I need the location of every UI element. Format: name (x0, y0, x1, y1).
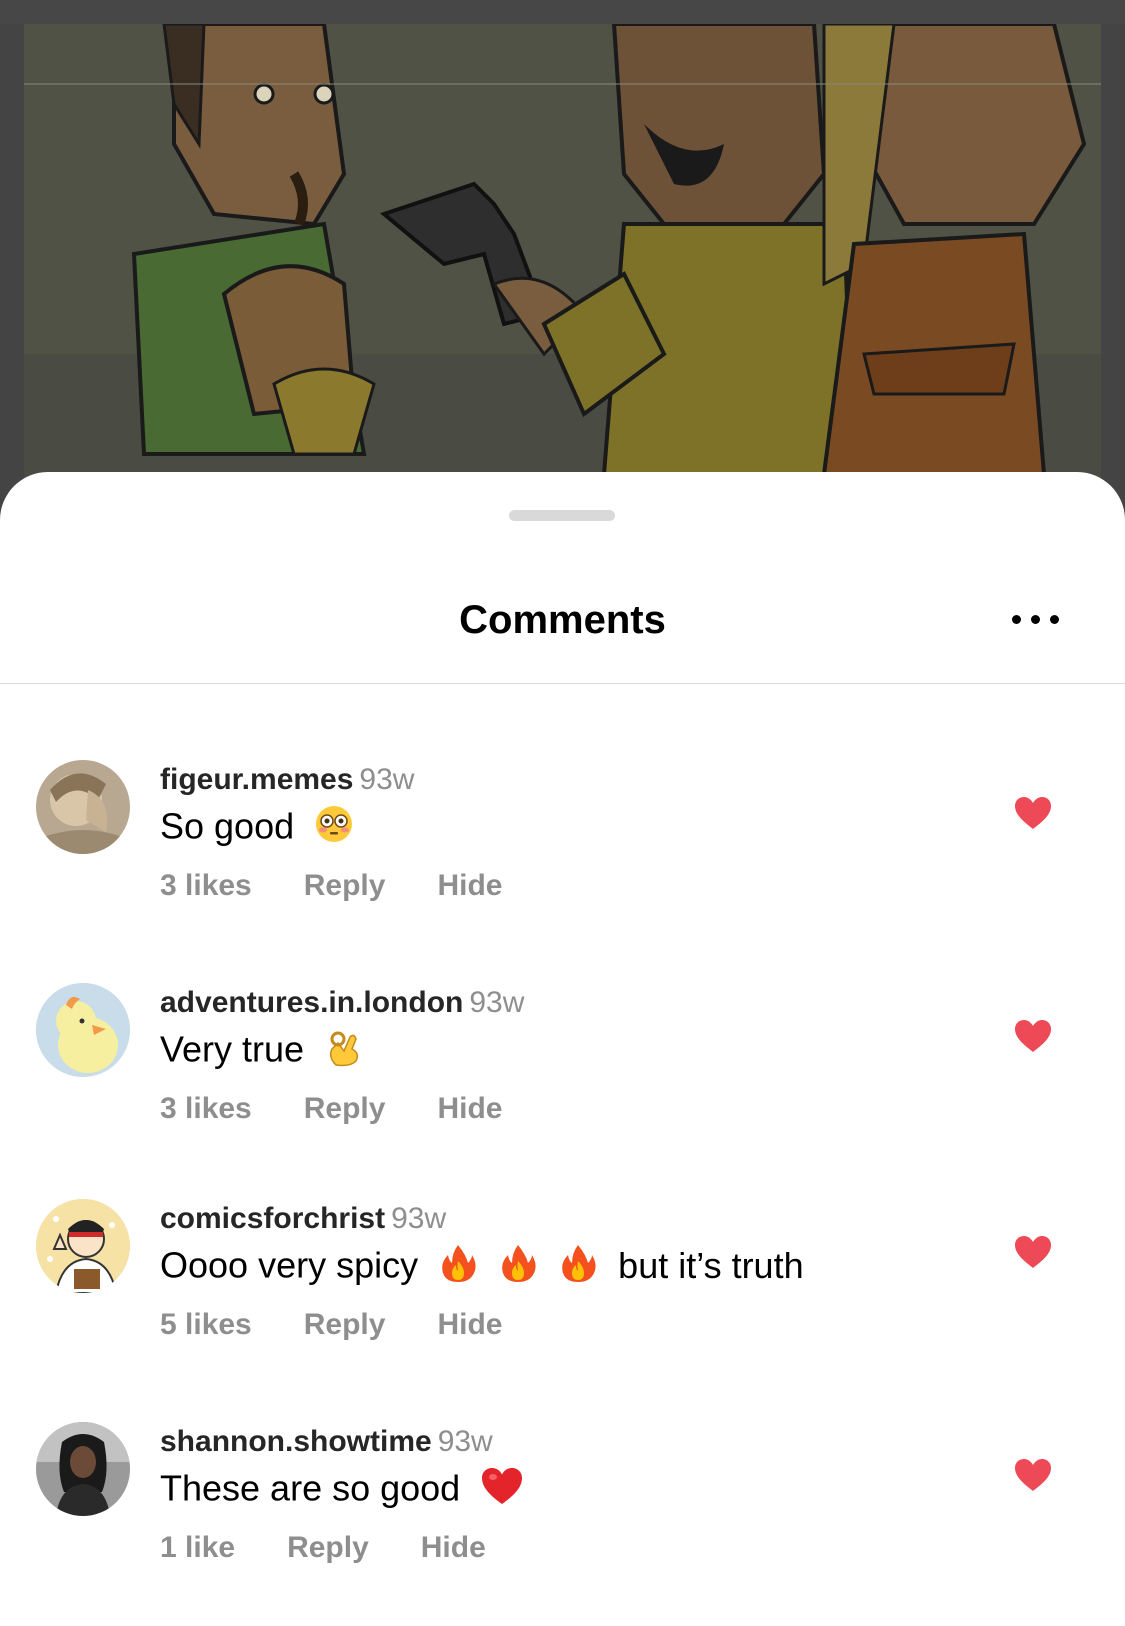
comment-header: comicsforchrist 93w (160, 1201, 446, 1237)
heart-icon[interactable] (1014, 796, 1052, 830)
avatar[interactable] (36, 1199, 130, 1293)
fire-emoji-icon (498, 1243, 538, 1293)
likes-count-link[interactable]: 1 like (160, 1530, 235, 1566)
comment-text-body: Very true (160, 1028, 305, 1070)
timestamp: 93w (437, 1425, 493, 1458)
hide-button[interactable]: Hide (421, 1530, 486, 1566)
comment-actions: 1 like Reply Hide (160, 1530, 486, 1566)
timestamp: 93w (469, 986, 525, 1019)
more-dot (1050, 614, 1059, 624)
comment-header: shannon.showtime 93w (160, 1424, 493, 1460)
comment-actions: 3 likes Reply Hide (160, 1091, 502, 1127)
comic-illustration (24, 24, 1101, 520)
avatar[interactable] (36, 1422, 130, 1516)
comment-item: adventures.in.london 93w Very true 3 like… (0, 983, 1125, 1183)
comment-actions: 5 likes Reply Hide (160, 1307, 502, 1343)
heart-icon[interactable] (1014, 1019, 1052, 1053)
comment-text-body: Oooo very spicy (160, 1244, 419, 1286)
sheet-title: Comments (459, 598, 666, 642)
comment-actions: 3 likes Reply Hide (160, 868, 502, 904)
flushed-face-emoji-icon (314, 804, 354, 854)
reply-button[interactable]: Reply (304, 868, 386, 904)
reply-button[interactable]: Reply (304, 1307, 386, 1343)
fire-emoji-icon (438, 1243, 478, 1293)
reply-button[interactable]: Reply (287, 1530, 369, 1566)
ok-hand-emoji-icon (324, 1027, 364, 1077)
comments-sheet: Comments figeur.memes 93w So good 3 like… (0, 472, 1125, 1626)
comment-text: These are so good (160, 1466, 524, 1516)
comment-header: figeur.memes 93w (160, 762, 414, 798)
comment-text: Oooo very spicy but it’s truth (160, 1243, 804, 1293)
more-dot (1012, 614, 1021, 624)
hide-button[interactable]: Hide (437, 1307, 502, 1343)
heart-icon[interactable] (1014, 1235, 1052, 1269)
comment-header: adventures.in.london 93w (160, 985, 524, 1021)
sheet-grabber-handle[interactable] (509, 510, 615, 521)
likes-count-link[interactable]: 5 likes (160, 1307, 252, 1343)
comment-item: comicsforchrist 93w Oooo very spicy but … (0, 1199, 1125, 1399)
hide-button[interactable]: Hide (437, 1091, 502, 1127)
timestamp: 93w (359, 763, 415, 796)
comment-text-body: These are so good (160, 1467, 461, 1509)
more-dot (1031, 614, 1040, 624)
reply-button[interactable]: Reply (304, 1091, 386, 1127)
heart-icon[interactable] (1014, 1458, 1052, 1492)
likes-count-link[interactable]: 3 likes (160, 868, 252, 904)
username-link[interactable]: figeur.memes (160, 763, 353, 796)
username-link[interactable]: comicsforchrist (160, 1202, 385, 1235)
comment-text-body: So good (160, 805, 295, 847)
fire-emoji-icon (558, 1243, 598, 1293)
username-link[interactable]: shannon.showtime (160, 1425, 432, 1458)
likes-count-link[interactable]: 3 likes (160, 1091, 252, 1127)
comment-text: Very true (160, 1027, 364, 1077)
header-divider (0, 683, 1125, 684)
comment-text-after: but it’s truth (618, 1244, 804, 1286)
avatar[interactable] (36, 760, 130, 854)
timestamp: 93w (391, 1202, 447, 1235)
status-strip (0, 0, 1125, 24)
avatar[interactable] (36, 983, 130, 1077)
background-post-image (0, 0, 1125, 520)
comment-item: shannon.showtime 93w These are so good 1 … (0, 1422, 1125, 1622)
more-options-icon[interactable] (1012, 609, 1068, 629)
comment-item: figeur.memes 93w So good 3 likes Reply H… (0, 760, 1125, 960)
comment-text: So good (160, 804, 354, 854)
username-link[interactable]: adventures.in.london (160, 986, 463, 1019)
red-heart-emoji-icon (480, 1466, 524, 1516)
hide-button[interactable]: Hide (437, 868, 502, 904)
